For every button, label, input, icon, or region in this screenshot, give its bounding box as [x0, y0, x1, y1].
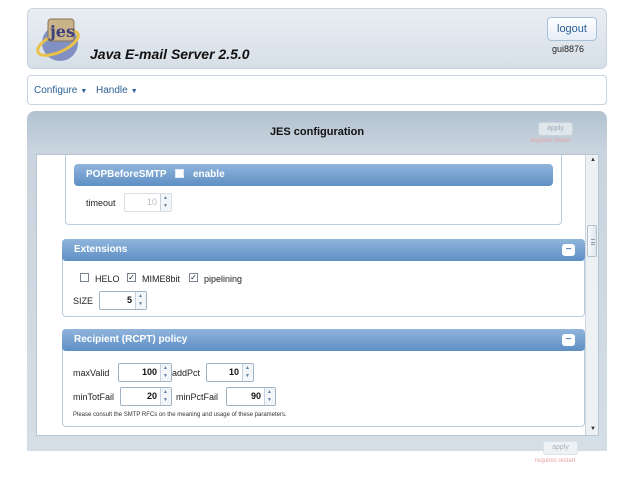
extensions-title: Extensions: [74, 244, 128, 255]
scrollbar-thumb[interactable]: [587, 225, 597, 257]
stepper-arrows[interactable]: ▲ ▼: [160, 388, 171, 405]
timeout-value: 10: [146, 197, 157, 207]
app-header: jes Java E-mail Server 2.5.0 logout gui8…: [27, 8, 607, 69]
size-stepper[interactable]: 5 ▲ ▼: [99, 291, 147, 310]
add-pct-label: addPct: [172, 368, 201, 378]
chevron-up-icon[interactable]: ▲: [245, 365, 250, 371]
timeout-label: timeout: [86, 198, 116, 208]
scroll-up-icon[interactable]: ▲: [590, 157, 596, 163]
add-pct-value: 10: [228, 367, 239, 377]
chevron-down-icon[interactable]: ▼: [163, 373, 168, 379]
chevron-up-icon[interactable]: ▲: [163, 195, 168, 201]
vertical-scrollbar[interactable]: ▲ ▼: [585, 155, 598, 435]
menu-configure[interactable]: Configure ▼: [34, 85, 87, 96]
mime8bit-checkbox[interactable]: ✓: [127, 273, 136, 282]
grip-icon: [591, 239, 595, 245]
min-pct-fail-stepper[interactable]: 90 ▲ ▼: [226, 387, 276, 406]
collapse-icon[interactable]: −: [562, 244, 575, 256]
stepper-arrows[interactable]: ▲ ▼: [160, 364, 171, 381]
enable-checkbox[interactable]: [175, 169, 185, 178]
logout-button[interactable]: logout: [547, 17, 597, 41]
caret-down-icon: ▼: [130, 88, 138, 95]
config-title: JES configuration: [269, 126, 365, 138]
timeout-stepper[interactable]: 10 ▲ ▼: [124, 193, 172, 212]
chevron-up-icon[interactable]: ▲: [138, 293, 143, 299]
min-pct-fail-label: minPctFail: [176, 392, 219, 402]
app-title: Java E-mail Server 2.5.0: [90, 46, 250, 62]
menu-bar: Configure ▼ Handle ▼: [27, 75, 607, 105]
username-label: gui8876: [552, 44, 585, 54]
rcpt-policy-title: Recipient (RCPT) policy: [74, 334, 188, 345]
requires-restart-note-bottom: requires restart: [535, 458, 576, 464]
stepper-arrows[interactable]: ▲ ▼: [242, 364, 253, 381]
max-valid-value: 100: [141, 367, 157, 377]
config-scroll-area[interactable]: POPBeforeSMTP enable timeout 10 ▲ ▼ Exten…: [36, 154, 599, 436]
config-panel: JES configuration apply requires restart…: [27, 111, 607, 451]
rcpt-policy-section: Recipient (RCPT) policy − maxValid 100 ▲…: [62, 329, 585, 427]
chevron-down-icon[interactable]: ▼: [267, 397, 272, 403]
apply-button-top[interactable]: apply: [538, 122, 573, 136]
chevron-down-icon[interactable]: ▼: [245, 373, 250, 379]
max-valid-label: maxValid: [73, 368, 110, 378]
apply-button-bottom[interactable]: apply: [543, 441, 578, 455]
rcpt-policy-note: Please consult the SMTP RFCs on the mean…: [73, 412, 287, 418]
chevron-up-icon[interactable]: ▲: [267, 389, 272, 395]
chevron-up-icon[interactable]: ▲: [163, 365, 168, 371]
caret-down-icon: ▼: [80, 88, 88, 95]
size-value: 5: [126, 295, 132, 305]
min-tot-fail-label: minTotFail: [73, 392, 115, 402]
collapse-icon[interactable]: −: [562, 334, 575, 346]
min-pct-fail-value: 90: [250, 391, 261, 401]
popbeforesmtp-header: POPBeforeSMTP enable: [74, 164, 553, 186]
jes-logo: jes: [36, 18, 80, 61]
stepper-arrows[interactable]: ▲ ▼: [135, 292, 146, 309]
menu-configure-label: Configure: [34, 85, 78, 96]
size-label: SIZE: [73, 296, 94, 306]
add-pct-stepper[interactable]: 10 ▲ ▼: [206, 363, 254, 382]
stepper-arrows[interactable]: ▲ ▼: [264, 388, 275, 405]
pipelining-label: pipelining: [204, 274, 243, 284]
enable-label: enable: [192, 169, 225, 180]
pipelining-checkbox[interactable]: ✓: [189, 273, 198, 282]
popbeforesmtp-title: POPBeforeSMTP: [86, 169, 167, 180]
requires-restart-note-top: requires restart: [530, 138, 571, 144]
chevron-down-icon[interactable]: ▼: [163, 203, 168, 209]
extensions-header: Extensions −: [62, 239, 585, 261]
menu-handle-label: Handle: [96, 85, 128, 96]
chevron-down-icon[interactable]: ▼: [138, 301, 143, 307]
menu-handle[interactable]: Handle ▼: [96, 85, 138, 96]
mime8bit-label: MIME8bit: [142, 274, 181, 284]
svg-text:jes: jes: [48, 22, 75, 41]
stepper-arrows[interactable]: ▲ ▼: [160, 194, 171, 211]
chevron-up-icon[interactable]: ▲: [163, 389, 168, 395]
helo-checkbox[interactable]: [80, 273, 89, 282]
min-tot-fail-stepper[interactable]: 20 ▲ ▼: [120, 387, 172, 406]
popbeforesmtp-section: POPBeforeSMTP enable timeout 10 ▲ ▼: [65, 155, 562, 225]
extensions-section: Extensions − HELO ✓ MIME8bit ✓ pipelinin…: [62, 239, 585, 317]
chevron-down-icon[interactable]: ▼: [163, 397, 168, 403]
max-valid-stepper[interactable]: 100 ▲ ▼: [118, 363, 172, 382]
min-tot-fail-value: 20: [146, 391, 157, 401]
helo-label: HELO: [95, 274, 120, 284]
scroll-down-icon[interactable]: ▼: [590, 426, 596, 432]
rcpt-policy-header: Recipient (RCPT) policy −: [62, 329, 585, 351]
